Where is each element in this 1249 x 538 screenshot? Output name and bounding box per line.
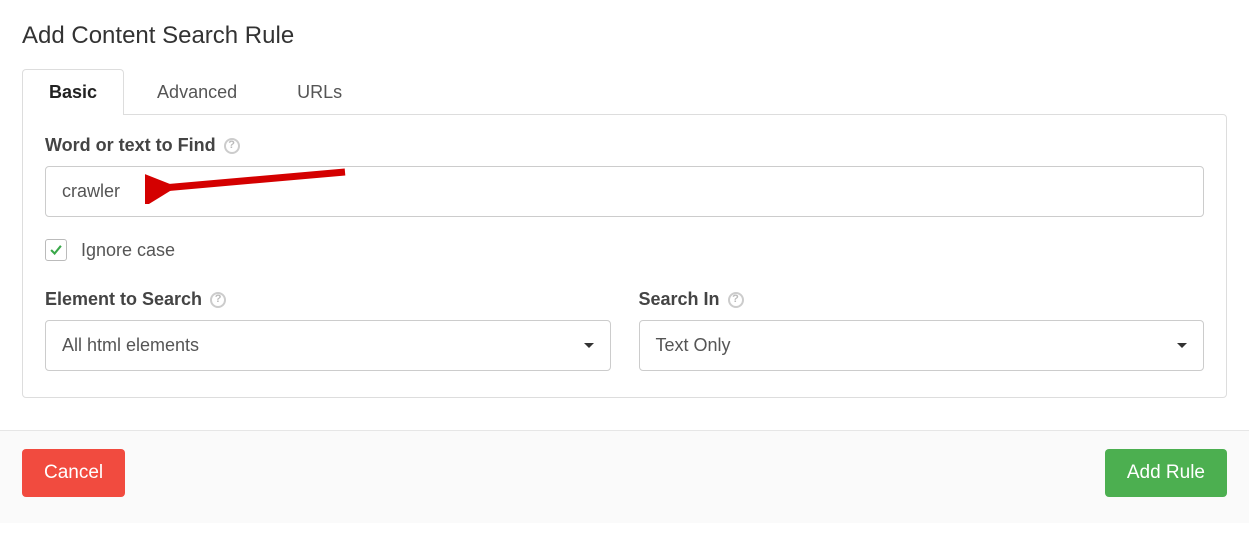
- chevron-down-icon: [1177, 343, 1187, 348]
- word-label-text: Word or text to Find: [45, 135, 216, 156]
- searchin-select-value: Text Only: [656, 335, 731, 356]
- element-label-text: Element to Search: [45, 289, 202, 310]
- footer-bar: Cancel Add Rule: [0, 430, 1249, 523]
- add-rule-button[interactable]: Add Rule: [1105, 449, 1227, 497]
- ignore-case-label: Ignore case: [81, 240, 175, 261]
- searchin-select[interactable]: Text Only: [639, 320, 1205, 371]
- searchin-label: Search In ?: [639, 289, 1205, 310]
- ignore-case-checkbox[interactable]: [45, 239, 67, 261]
- element-select[interactable]: All html elements: [45, 320, 611, 371]
- page-title: Add Content Search Rule: [22, 22, 1227, 50]
- tabs-list: Basic Advanced URLs: [22, 68, 1227, 114]
- cancel-button[interactable]: Cancel: [22, 449, 125, 497]
- tab-panel-basic: Word or text to Find ?: [22, 114, 1227, 398]
- tab-advanced[interactable]: Advanced: [130, 69, 264, 115]
- element-label: Element to Search ?: [45, 289, 611, 310]
- tab-urls[interactable]: URLs: [270, 69, 369, 115]
- help-icon[interactable]: ?: [728, 292, 744, 308]
- word-label: Word or text to Find ?: [45, 135, 1204, 156]
- searchin-label-text: Search In: [639, 289, 720, 310]
- tab-basic[interactable]: Basic: [22, 69, 124, 115]
- word-input[interactable]: [45, 166, 1204, 217]
- element-select-value: All html elements: [62, 335, 199, 356]
- chevron-down-icon: [584, 343, 594, 348]
- help-icon[interactable]: ?: [224, 138, 240, 154]
- checkmark-icon: [49, 243, 63, 257]
- help-icon[interactable]: ?: [210, 292, 226, 308]
